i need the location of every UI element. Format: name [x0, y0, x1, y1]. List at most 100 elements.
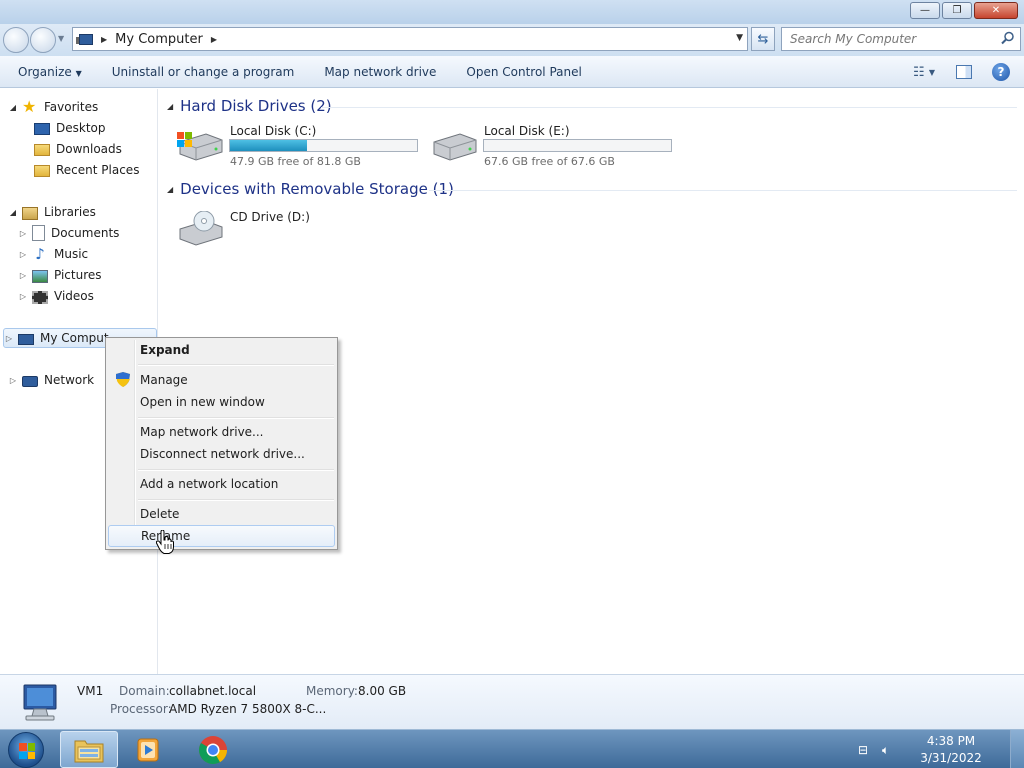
drive-c-name: Local Disk (C:) [230, 124, 317, 138]
nav-downloads-label: Downloads [56, 142, 122, 156]
menu-separator [138, 364, 334, 366]
taskbar-chrome-button[interactable] [184, 731, 242, 768]
group-header-removable[interactable]: ◢ Devices with Removable Storage (1) [167, 180, 454, 198]
show-desktop-button[interactable] [1010, 730, 1024, 768]
libraries-icon [22, 206, 38, 220]
collapse-group-icon[interactable]: ◢ [167, 102, 173, 111]
processor-label: Processor: [110, 702, 172, 716]
map-network-drive-button[interactable]: Map network drive [309, 65, 451, 79]
breadcrumb-arrow-icon[interactable]: ▶ [211, 35, 217, 44]
search-icon[interactable] [1001, 31, 1015, 45]
menu-item-open-new-window[interactable]: Open in new window [108, 391, 335, 413]
drive-e[interactable]: Local Disk (E:) 67.6 GB free of 67.6 GB [430, 122, 680, 170]
memory-label: Memory: [306, 684, 358, 698]
collapsed-arrow-icon[interactable]: ▷ [8, 376, 18, 385]
nav-computer-label: My Comput [40, 331, 109, 345]
collapse-group-icon[interactable]: ◢ [167, 185, 173, 194]
collapsed-arrow-icon[interactable]: ▷ [18, 229, 28, 238]
command-bar: Organize ▼ Uninstall or change a program… [0, 56, 1024, 88]
desktop-icon [34, 123, 50, 135]
taskbar: ⊟ 🔈︎ 4:38 PM 3/31/2022 [0, 729, 1024, 768]
nav-desktop[interactable]: Desktop [30, 118, 106, 138]
taskbar-explorer-button[interactable] [60, 731, 118, 768]
nav-documents-label: Documents [51, 226, 120, 240]
close-button[interactable]: ✕ [974, 2, 1018, 19]
collapsed-arrow-icon[interactable]: ▷ [4, 334, 14, 343]
recent-pages-dropdown[interactable]: ▼ [58, 34, 64, 43]
taskbar-media-player-button[interactable] [120, 731, 178, 768]
collapsed-arrow-icon[interactable]: ▷ [18, 292, 28, 301]
group-header-hard-disks[interactable]: ◢ Hard Disk Drives (2) [167, 97, 332, 115]
volume-icon[interactable]: 🔈︎ [882, 743, 898, 757]
open-control-panel-button[interactable]: Open Control Panel [451, 65, 596, 79]
nav-network[interactable]: ▷ Network [8, 370, 94, 390]
chevron-down-icon: ▼ [75, 68, 82, 78]
nav-network-label: Network [44, 373, 95, 387]
details-pane: VM1 Domain: collabnet.local Memory: 8.00… [0, 674, 1024, 729]
uninstall-program-button[interactable]: Uninstall or change a program [97, 65, 310, 79]
organize-button[interactable]: Organize ▼ [0, 65, 97, 79]
menu-item-disconnect-network-drive[interactable]: Disconnect network drive... [108, 443, 335, 465]
menu-separator [138, 417, 334, 419]
nav-videos[interactable]: ▷ Videos [18, 286, 94, 306]
address-bar[interactable]: ▶ My Computer ▶ ▼ [72, 27, 748, 51]
back-button[interactable] [3, 27, 29, 53]
star-icon: ★ [22, 97, 37, 116]
breadcrumb-my-computer[interactable]: My Computer [115, 32, 203, 47]
title-bar: — ❐ ✕ [0, 0, 1024, 24]
menu-item-add-network-location[interactable]: Add a network location [108, 473, 335, 495]
collapsed-arrow-icon[interactable]: ▷ [18, 250, 28, 259]
menu-item-expand[interactable]: Expand [108, 339, 335, 361]
computer-icon [76, 33, 93, 45]
recent-places-icon [34, 165, 50, 177]
nav-downloads[interactable]: Downloads [30, 139, 122, 159]
collapsed-arrow-icon[interactable]: ▷ [18, 271, 28, 280]
nav-favorites[interactable]: ◢ ★ Favorites [8, 97, 98, 117]
chrome-icon [199, 735, 227, 764]
nav-recent-places[interactable]: Recent Places [30, 160, 139, 180]
refresh-button[interactable]: ⇆ [751, 27, 775, 51]
removable-header-label: Devices with Removable Storage (1) [180, 180, 454, 198]
menu-item-map-network-drive[interactable]: Map network drive... [108, 421, 335, 443]
nav-documents[interactable]: ▷ Documents [18, 223, 119, 243]
nav-pictures[interactable]: ▷ Pictures [18, 265, 102, 285]
search-input[interactable]: Search My Computer [781, 27, 1021, 51]
nav-music[interactable]: ▷ ♪ Music [18, 244, 88, 264]
drive-c[interactable]: Local Disk (C:) 47.9 GB free of 81.8 GB [176, 122, 426, 170]
hard-drive-icon [433, 133, 477, 161]
drive-d[interactable]: CD Drive (D:) [176, 207, 376, 255]
preview-pane-button[interactable] [956, 65, 972, 79]
start-button[interactable] [8, 732, 44, 768]
menu-item-rename[interactable]: Rename [108, 525, 335, 547]
drive-c-free-space: 47.9 GB free of 81.8 GB [230, 155, 361, 168]
clock-time: 4:38 PM [926, 733, 976, 748]
maximize-button[interactable]: ❐ [942, 2, 972, 19]
organize-label: Organize [18, 64, 72, 79]
nav-favorites-label: Favorites [44, 100, 99, 114]
music-icon: ♪ [35, 245, 45, 263]
nav-pictures-label: Pictures [54, 268, 102, 282]
change-view-button[interactable]: ☷ ▼ [906, 62, 942, 82]
network-icon [22, 375, 38, 387]
menu-item-manage[interactable]: Manage [108, 369, 335, 391]
forward-button[interactable] [30, 27, 56, 53]
expand-arrow-icon[interactable]: ◢ [8, 103, 18, 112]
menu-item-delete[interactable]: Delete [108, 503, 335, 525]
group-divider [429, 190, 1017, 191]
clock[interactable]: 4:38 PM 3/31/2022 [906, 733, 996, 767]
minimize-button[interactable]: — [910, 2, 940, 19]
help-button[interactable]: ? [992, 63, 1010, 81]
nav-recent-label: Recent Places [56, 163, 140, 177]
window-controls: — ❐ ✕ [910, 2, 1018, 19]
expand-arrow-icon[interactable]: ◢ [8, 208, 18, 217]
documents-icon [32, 225, 45, 241]
nav-libraries[interactable]: ◢ Libraries [8, 202, 96, 222]
domain-value: collabnet.local [169, 684, 257, 698]
drive-d-name: CD Drive (D:) [230, 210, 310, 224]
network-status-icon[interactable]: ⊟ [858, 743, 874, 757]
address-dropdown-icon[interactable]: ▼ [736, 33, 743, 43]
computer-monitor-icon [23, 684, 57, 721]
pictures-icon [32, 269, 48, 283]
breadcrumb-arrow-icon[interactable]: ▶ [101, 35, 107, 44]
menu-separator [138, 469, 334, 471]
